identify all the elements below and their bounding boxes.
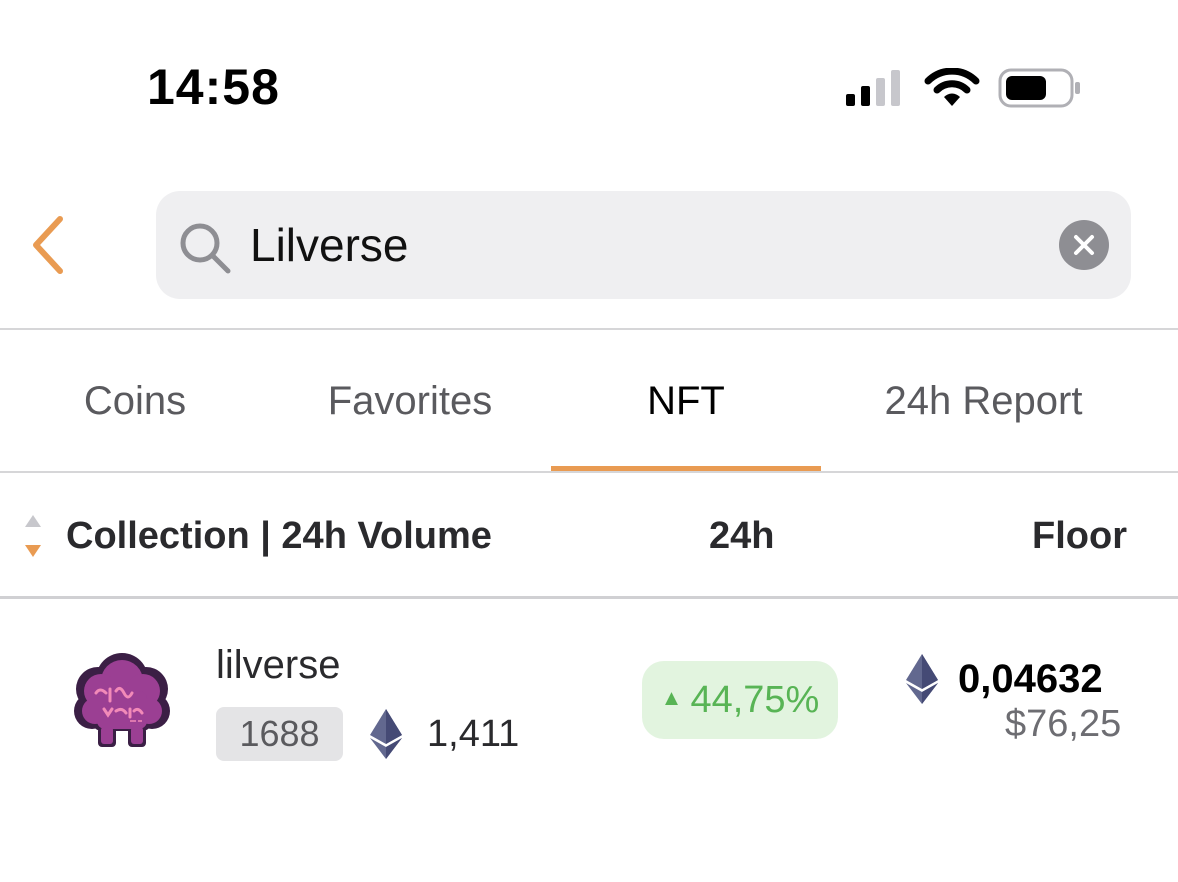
- sort-icon[interactable]: [23, 513, 43, 559]
- change-24h-badge: ▲ 44,75%: [642, 661, 838, 739]
- column-header-24h[interactable]: 24h: [709, 513, 774, 559]
- change-24h-value: 44,75%: [690, 678, 820, 721]
- rank-badge: 1688: [216, 707, 343, 761]
- nft-collection-name: lilverse: [216, 643, 341, 687]
- status-icons: [846, 66, 1086, 110]
- search-input[interactable]: [250, 213, 1030, 277]
- battery-icon: [998, 68, 1080, 108]
- clear-search-button[interactable]: [1059, 220, 1109, 270]
- column-header-collection[interactable]: Collection | 24h Volume: [66, 513, 492, 559]
- volume-value: 1,411: [427, 713, 520, 755]
- tab-nft[interactable]: NFT: [551, 330, 821, 472]
- ethereum-icon: [906, 654, 938, 704]
- column-header-floor[interactable]: Floor: [1032, 513, 1127, 559]
- back-button[interactable]: [20, 210, 76, 280]
- lilverse-avatar: [74, 653, 170, 747]
- nft-collection-row[interactable]: lilverse 1688 1,411 ▲ 44,75% 0,04632 $76…: [0, 599, 1178, 799]
- up-arrow-icon: ▲: [660, 685, 683, 710]
- status-time: 14:58: [147, 59, 280, 115]
- search-bar[interactable]: [156, 191, 1131, 299]
- tab-24h-report[interactable]: 24h Report: [821, 330, 1146, 472]
- tab-favorites[interactable]: Favorites: [270, 330, 550, 472]
- tab-coins[interactable]: Coins: [0, 330, 270, 472]
- floor-price-eth: 0,04632: [958, 657, 1103, 701]
- cellular-signal-icon: [846, 70, 900, 106]
- tabs-divider: [0, 471, 1178, 473]
- wifi-icon: [924, 68, 980, 106]
- search-icon: [180, 223, 231, 274]
- chevron-left-icon: [33, 216, 63, 274]
- ethereum-icon: [370, 709, 402, 759]
- floor-price-usd: $76,25: [1005, 703, 1122, 745]
- close-icon: [1074, 235, 1094, 255]
- tab-bar: Coins Favorites NFT 24h Report: [0, 330, 1178, 472]
